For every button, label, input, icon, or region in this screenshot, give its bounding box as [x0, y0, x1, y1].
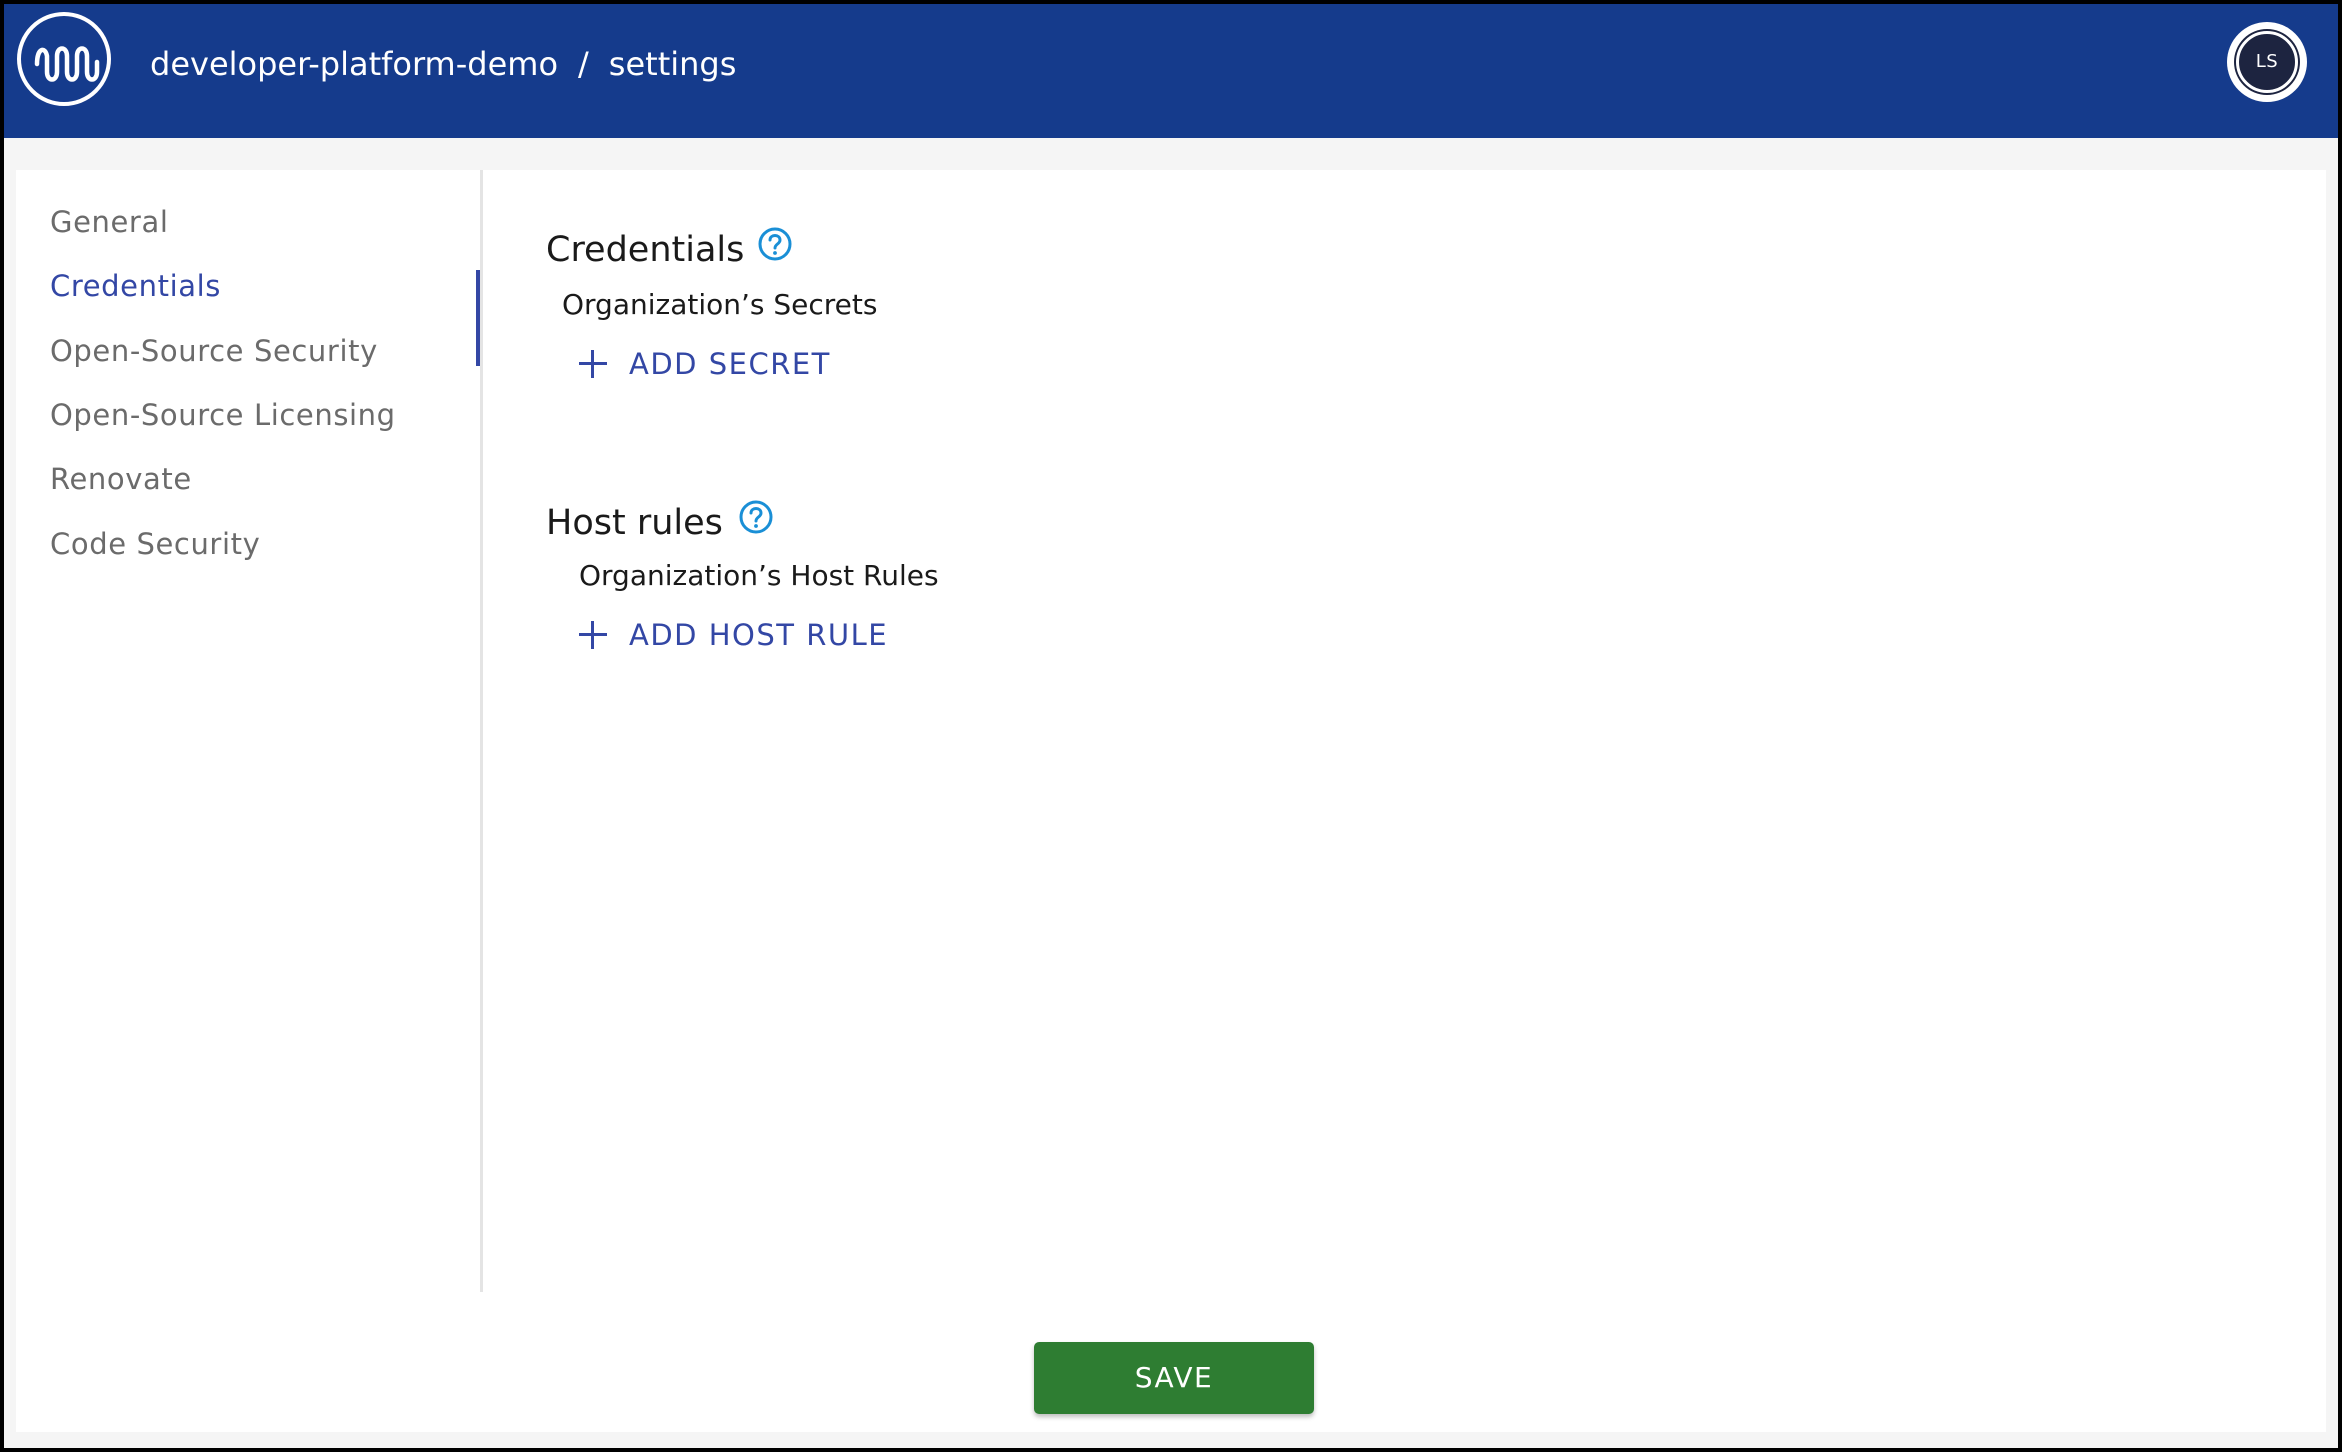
active-tab-indicator [476, 270, 480, 366]
settings-card: General Credentials Open-Source Security… [16, 170, 2326, 1432]
add-host-rule-label: ADD HOST RULE [629, 618, 889, 652]
top-app-bar: developer-platform-demo / settings LS [4, 4, 2338, 138]
breadcrumb-page: settings [608, 45, 737, 83]
sidebar-item-general[interactable]: General [50, 202, 169, 242]
app-window: developer-platform-demo / settings LS Gene… [4, 4, 2338, 1448]
breadcrumb-project[interactable]: developer-platform-demo [150, 45, 558, 83]
avatar-initials: LS [2236, 31, 2298, 93]
plus-icon [579, 350, 607, 378]
credentials-title: Credentials [546, 230, 745, 270]
sidebar-item-code-security[interactable]: Code Security [50, 524, 260, 564]
add-secret-label: ADD SECRET [629, 347, 831, 381]
help-circle-icon[interactable] [757, 226, 793, 262]
wave-logo-icon[interactable] [17, 12, 111, 106]
credentials-subtitle: Organization’s Secrets [562, 288, 878, 321]
settings-sidebar: General Credentials Open-Source Security… [16, 170, 483, 1292]
sidebar-item-credentials[interactable]: Credentials [50, 266, 221, 306]
plus-icon [579, 621, 607, 649]
help-circle-icon[interactable] [738, 499, 774, 535]
host-rules-subtitle: Organization’s Host Rules [579, 559, 939, 592]
user-avatar[interactable]: LS [2227, 22, 2307, 102]
add-host-rule-button[interactable]: ADD HOST RULE [579, 611, 888, 659]
breadcrumb: developer-platform-demo / settings [150, 42, 736, 86]
sidebar-item-renovate[interactable]: Renovate [50, 459, 192, 499]
breadcrumb-separator: / [578, 45, 589, 83]
save-button[interactable]: SAVE [1034, 1342, 1314, 1414]
sidebar-item-open-source-security[interactable]: Open-Source Security [50, 331, 378, 371]
host-rules-title: Host rules [546, 503, 723, 543]
sidebar-item-open-source-licensing[interactable]: Open-Source Licensing [50, 395, 396, 435]
add-secret-button[interactable]: ADD SECRET [579, 340, 831, 388]
